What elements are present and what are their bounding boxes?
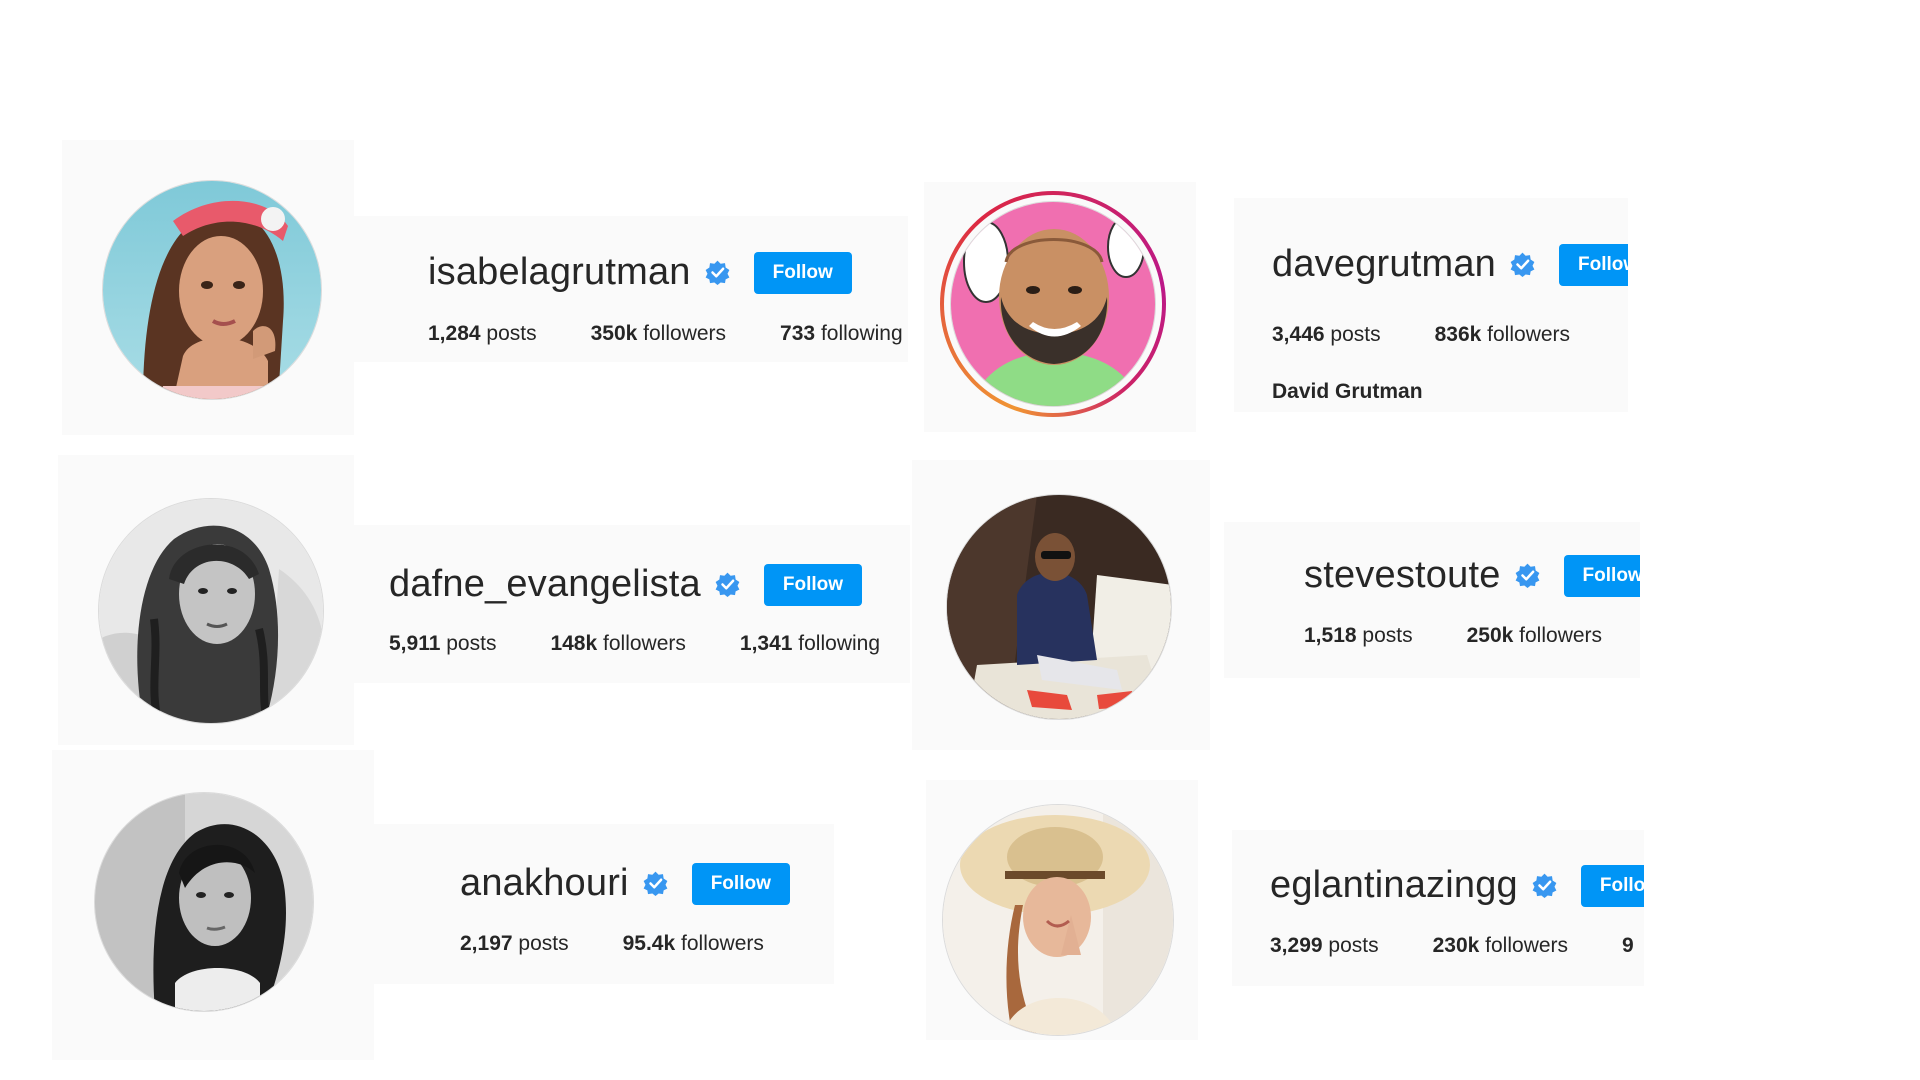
stat-posts[interactable]: 1,284 posts (428, 322, 537, 346)
following-label: following (820, 322, 903, 345)
following-count: 9 (1622, 934, 1634, 957)
stat-following[interactable]: 9 (1622, 934, 1634, 958)
stat-posts[interactable]: 3,446 posts (1272, 323, 1381, 347)
posts-label: posts (1330, 323, 1381, 346)
stat-followers[interactable]: 95.4k followers (623, 932, 764, 956)
following-label: following (798, 632, 881, 655)
posts-label: posts (486, 322, 537, 345)
username[interactable]: davegrutman (1272, 243, 1496, 286)
verified-badge-icon (705, 260, 730, 285)
profile-card-isabelagrutman: isabelagrutman Follow 1,284 posts 350k f… (354, 216, 908, 362)
posts-count: 3,446 (1272, 323, 1325, 346)
stat-followers[interactable]: 836k followers (1435, 323, 1570, 347)
followers-count: 836k (1434, 323, 1482, 346)
followers-label: followers (643, 322, 727, 345)
stat-followers[interactable]: 148k followers (550, 632, 685, 656)
following-count: 733 (780, 322, 816, 345)
stat-followers[interactable]: 230k followers (1433, 934, 1568, 958)
avatar-stevestoute[interactable] (946, 494, 1172, 720)
posts-count: 5,911 (389, 632, 441, 655)
stat-followers[interactable]: 350k followers (591, 322, 726, 346)
username[interactable]: anakhouri (460, 862, 629, 905)
followers-count: 230k (1432, 934, 1480, 957)
profile-card-anakhouri: anakhouri Follow 2,197 posts 95.4k follo… (374, 824, 834, 984)
followers-label: followers (1519, 624, 1603, 647)
follow-button[interactable]: Follow (691, 862, 790, 905)
verified-badge-icon (643, 871, 668, 896)
posts-count: 2,197 (460, 932, 513, 955)
followers-label: followers (681, 932, 764, 955)
posts-label: posts (1362, 624, 1413, 647)
follow-button[interactable]: Follow (763, 563, 863, 606)
follow-button[interactable]: Follow (753, 251, 852, 294)
posts-count: 3,299 (1270, 934, 1323, 957)
stat-following[interactable]: 1,341 following (740, 632, 880, 656)
posts-label: posts (518, 932, 569, 955)
avatar-anakhouri[interactable] (94, 792, 314, 1012)
posts-count: 1,284 (428, 322, 481, 345)
followers-label: followers (1487, 323, 1571, 346)
avatar-davegrutman[interactable] (950, 201, 1156, 407)
followers-count: 148k (550, 632, 598, 655)
followers-label: followers (603, 632, 686, 655)
verified-badge-icon (1515, 563, 1540, 588)
verified-badge-icon (1510, 252, 1535, 277)
verified-badge-icon (715, 572, 740, 597)
followers-count: 250k (1466, 624, 1514, 647)
verified-badge-icon (1532, 873, 1557, 898)
stat-posts[interactable]: 5,911 posts (389, 632, 496, 656)
profile-card-eglantinazingg: eglantinazingg Follow 3,299 posts 230k f… (1232, 830, 1644, 986)
follow-button[interactable]: Follow (1563, 554, 1640, 597)
stat-posts[interactable]: 1,518 posts (1304, 624, 1413, 648)
followers-label: followers (1485, 934, 1569, 957)
avatar-eglantinazingg[interactable] (942, 804, 1174, 1036)
avatar-dafne-evangelista[interactable] (98, 498, 324, 724)
stat-following[interactable]: 733 following (780, 322, 903, 346)
posts-count: 1,518 (1304, 624, 1357, 647)
follow-button[interactable]: Follow (1580, 864, 1644, 907)
followers-count: 95.4k (622, 932, 676, 955)
stat-followers[interactable]: 250k followers (1467, 624, 1602, 648)
follow-button[interactable]: Follow (1559, 243, 1628, 286)
stat-posts[interactable]: 3,299 posts (1270, 934, 1379, 958)
username[interactable]: eglantinazingg (1270, 864, 1518, 907)
stat-posts[interactable]: 2,197 posts (460, 932, 569, 956)
profile-card-stevestoute: stevestoute Follow 1,518 posts 250k foll… (1224, 522, 1640, 678)
full-name: David Grutman (1272, 380, 1423, 403)
profile-card-dafne-evangelista: dafne_evangelista Follow 5,911 posts 148… (354, 525, 910, 683)
profile-card-davegrutman: davegrutman Follow 3,446 posts 836k foll… (1234, 198, 1628, 412)
avatar-isabelagrutman[interactable] (102, 180, 322, 400)
posts-label: posts (446, 632, 497, 655)
posts-label: posts (1328, 934, 1379, 957)
followers-count: 350k (590, 322, 638, 345)
username[interactable]: isabelagrutman (428, 251, 691, 294)
username[interactable]: dafne_evangelista (389, 563, 701, 606)
following-count: 1,341 (739, 632, 793, 655)
username[interactable]: stevestoute (1304, 554, 1501, 597)
